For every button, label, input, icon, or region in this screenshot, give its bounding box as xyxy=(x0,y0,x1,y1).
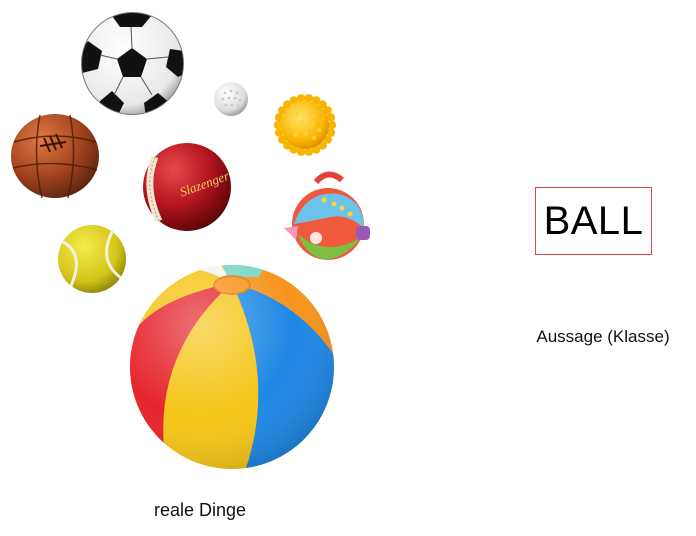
soccer-ball-icon xyxy=(80,11,185,116)
real-things-label: reale Dinge xyxy=(153,500,247,520)
baby-toy-ball-icon xyxy=(276,168,378,264)
concept-box: BALL xyxy=(535,187,652,255)
cricket-ball-icon: Slazenger xyxy=(141,141,233,233)
leather-football-icon xyxy=(10,112,100,200)
beach-ball-icon xyxy=(127,259,337,471)
concept-word: BALL xyxy=(543,198,644,243)
spiky-massage-ball-icon xyxy=(272,92,338,158)
tennis-ball-icon xyxy=(57,224,127,294)
golf-ball-icon xyxy=(213,81,249,117)
concept-caption: Aussage (Klasse) xyxy=(536,327,670,346)
